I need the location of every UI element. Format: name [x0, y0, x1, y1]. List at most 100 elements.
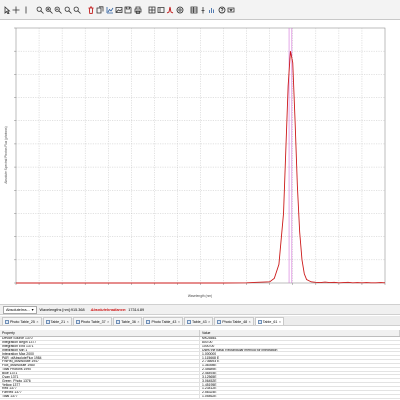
close-icon[interactable]: × [178, 320, 180, 324]
save-icon[interactable] [124, 5, 132, 14]
wavelength-readout: Wavelengths [nm]:915.368 [39, 307, 85, 312]
table-icon [257, 319, 262, 324]
irradiance-value: 17314.89 [128, 307, 145, 312]
tab-label: Table_43 [192, 319, 207, 324]
tab-table_21[interactable]: Table_21 × [42, 317, 72, 325]
tab-table_36[interactable]: Table_36 × [113, 317, 143, 325]
image-icon[interactable] [115, 5, 123, 14]
pointer-icon[interactable] [3, 5, 11, 14]
status-bar: AbsoluteIrra... ▾ Wavelengths [nm]:915.3… [0, 304, 400, 315]
close-icon[interactable]: × [249, 320, 251, 324]
table-icon [116, 319, 121, 324]
toolbar-separator [143, 5, 146, 14]
close-icon[interactable]: × [279, 320, 281, 324]
table-icon [5, 319, 9, 324]
value-cell: 2.46493E [202, 371, 217, 375]
property-cell: Red 1377 [0, 386, 200, 390]
property-cell: Flux_ofAbsolute 1980 [0, 363, 200, 367]
value-cell: 1.23412E [202, 386, 217, 390]
table-icon [146, 319, 151, 324]
header-value[interactable]: Value [200, 330, 400, 336]
property-cell: Total Photons 1990 [0, 367, 200, 371]
property-cell: Total 1377 [0, 394, 200, 398]
status-dropdown[interactable]: AbsoluteIrra... ▾ [3, 305, 37, 314]
table-icon [217, 319, 222, 324]
close-icon[interactable]: × [137, 320, 139, 324]
copy-icon[interactable] [96, 5, 104, 14]
value-cell: 1.05462E [202, 394, 217, 398]
tab-label: Photo Table_43 [151, 319, 177, 324]
toolbar [0, 0, 400, 20]
peak-icon[interactable] [166, 5, 174, 14]
table-header: Property Value [0, 330, 400, 337]
properties-table: Property Value Device Source 1370 MK28861… [0, 330, 400, 400]
toolbar-separator [31, 5, 34, 14]
pin-icon[interactable] [199, 5, 207, 14]
close-icon[interactable]: × [36, 320, 38, 324]
vertical-cursor-icon[interactable] [22, 5, 30, 14]
y-axis-label: Absolute Spectral Photon Flux (photons) [4, 126, 8, 183]
value-cell: 2.736693 E [202, 360, 220, 363]
grid-icon[interactable] [148, 5, 156, 14]
property-cell: Cyan 1371 [0, 375, 200, 379]
x-axis-label: Wavelength (nm) [188, 294, 212, 298]
tab-label: Photo Table_37 [80, 319, 106, 324]
value-cell: 1000.00 [202, 344, 215, 348]
tab-label: Table_21 [50, 319, 66, 324]
tab-photo-table_48[interactable]: Photo Table_48 × [214, 317, 254, 325]
value-cell: 1.45195E [202, 383, 217, 386]
move-icon[interactable] [12, 5, 20, 14]
value-cell: 1.000000 [202, 352, 217, 356]
close-icon[interactable]: × [67, 320, 69, 324]
print-icon[interactable] [134, 5, 142, 14]
table-icon [187, 319, 191, 324]
value-cell: 1.115668 E [202, 356, 220, 360]
table-icon[interactable] [190, 5, 198, 14]
irradiance-label: AbsoluteIrradiance: [90, 307, 127, 312]
value-cell: 2.45689E [202, 367, 217, 371]
tab-photo-table_43[interactable]: Photo Table_43 × [143, 317, 183, 325]
settings-icon[interactable] [176, 5, 184, 14]
tab-photo-table_25[interactable]: Photo Table_25 × [2, 317, 42, 325]
tab-label: Table_61 [262, 319, 278, 324]
bar-chart-icon[interactable] [208, 5, 216, 14]
chart-icon[interactable] [106, 5, 114, 14]
chevron-down-icon: ▾ [31, 308, 34, 312]
table-row[interactable]: Total 1377 1.05462E [0, 394, 400, 399]
property-cell: FarRed 1377 [0, 390, 200, 394]
tab-label: Photo Table_48 [222, 319, 248, 324]
property-cell: FWHM_ofAbsolute 1947 [0, 360, 200, 363]
value-cell: 1.36398E [202, 363, 217, 367]
tab-label: Photo Table_25 [10, 319, 35, 324]
dropdown-icon[interactable] [227, 5, 235, 14]
zoom-out-icon[interactable] [54, 5, 63, 14]
close-icon[interactable]: × [208, 320, 210, 324]
value-cell: Uses the basic Rectangular method for in… [202, 348, 278, 352]
table-icon [75, 319, 80, 324]
tab-label: Table_36 [121, 319, 136, 324]
help-icon[interactable] [218, 5, 226, 14]
magnifier-icon[interactable] [36, 5, 44, 14]
value-cell: 3.06452E [202, 379, 217, 383]
delete-icon[interactable] [87, 5, 95, 14]
zoom-in-icon[interactable] [45, 5, 53, 14]
status-dropdown-value: AbsoluteIrra... [6, 307, 30, 312]
zoom-fit-icon[interactable] [64, 5, 72, 14]
legend-icon[interactable] [157, 5, 165, 14]
zoom-reset-icon[interactable] [73, 5, 81, 14]
spectrum-chart-svg: Absolute Spectral Photon Flux (photons) … [0, 20, 400, 303]
property-cell: Integration Max 2000 [0, 352, 200, 356]
tab-table_43[interactable]: Table_43 × [184, 317, 214, 325]
header-property[interactable]: Property [0, 330, 200, 336]
property-cell: PAR_ofAbsoluteFlux 1984 [0, 356, 200, 360]
tab-photo-table_37[interactable]: Photo Table_37 × [72, 317, 113, 325]
property-cell: Integration End 1371 [0, 344, 200, 348]
value-cell: 2.56324E [202, 390, 217, 394]
close-icon[interactable]: × [107, 320, 109, 324]
tab-table_61[interactable]: Table_61 × [254, 317, 284, 325]
property-cell: Integration Begin 1377 [0, 340, 200, 344]
property-cell: Blue 1371 [0, 371, 200, 375]
property-cell: Yellow 1377 [0, 383, 200, 386]
toolbar-separator [185, 5, 188, 14]
table-icon [45, 319, 50, 324]
